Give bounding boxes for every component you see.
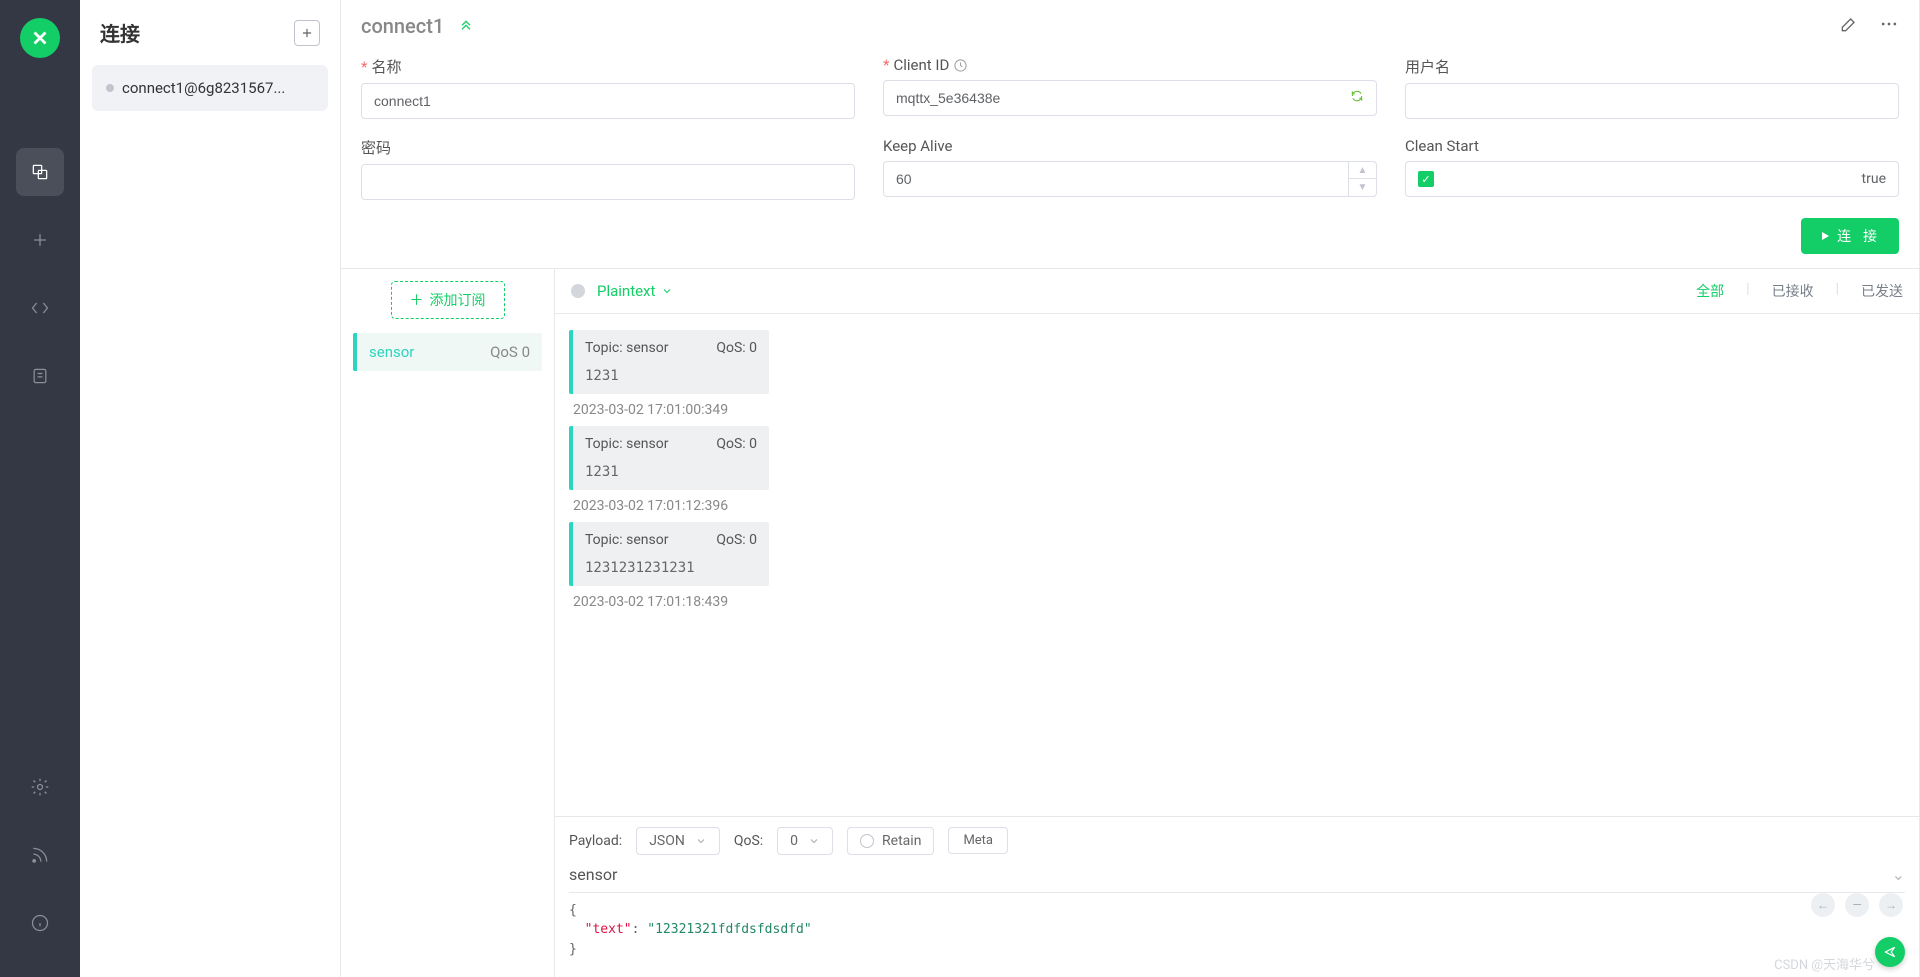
clock-icon [953,58,968,73]
filter-sent[interactable]: 已发送 [1861,281,1903,301]
nav-add-icon[interactable] [16,216,64,264]
edit-icon[interactable] [1839,14,1859,38]
refresh-clientid-icon[interactable] [1350,89,1364,107]
connections-panel: 连接 connect1@6g8231567... [80,0,341,977]
cleanstart-checkbox[interactable]: ✓true [1405,161,1899,197]
messages-panel: Plaintext 全部 | 已接收 | 已发送 Topic: sensorQo… [555,269,1919,977]
nav-settings-icon[interactable] [16,763,64,811]
field-keepalive: Keep Alive ▲▼ [883,137,1377,200]
new-connection-button[interactable] [294,20,320,46]
status-dot-icon [106,84,114,92]
field-username: 用户名 [1405,56,1899,119]
message-item: Topic: sensorQoS: 01231 2023-03-02 17:01… [569,426,769,514]
filter-all[interactable]: 全部 [1696,281,1724,301]
content-split: ＋添加订阅 sensor QoS 0 Plaintext 全部 | 已接收 | … [341,268,1919,977]
field-clientid: *Client ID [883,56,1377,119]
connect-button[interactable]: 连 接 [1801,218,1899,254]
check-icon: ✓ [1418,171,1434,187]
message-item: Topic: sensorQoS: 01231 2023-03-02 17:01… [569,330,769,418]
subscription-item[interactable]: sensor QoS 0 [353,333,542,371]
chevron-down-icon [695,835,707,847]
radio-icon [860,834,874,848]
nav-rail [0,0,80,977]
publish-topic-input[interactable]: sensor⌄ [569,863,1905,893]
nav-log-icon[interactable] [16,352,64,400]
connection-name: connect1 [361,14,444,38]
chevron-down-icon [808,835,820,847]
number-stepper[interactable]: ▲▼ [1348,162,1376,196]
main-header: connect1 [341,0,1919,46]
history-divider-icon: — [1845,893,1869,917]
add-subscription-button[interactable]: ＋添加订阅 [391,281,505,319]
nav-top-group [16,148,64,400]
nav-connections-icon[interactable] [16,148,64,196]
subscription-topic: sensor [369,343,414,361]
message-filters: 全部 | 已接收 | 已发送 [1696,281,1903,301]
password-input[interactable] [361,164,855,200]
message-list[interactable]: Topic: sensorQoS: 01231 2023-03-02 17:01… [555,314,1919,816]
name-input[interactable] [361,83,855,119]
retain-toggle[interactable]: Retain [847,827,934,855]
connection-label: connect1@6g8231567... [122,79,314,97]
plus-icon: ＋ [410,290,424,310]
chevron-down-icon [661,285,673,297]
connection-form: *名称 *Client ID 用户名 密码 Keep Alive ▲▼ Clea… [341,46,1919,218]
nav-feed-icon[interactable] [16,831,64,879]
history-next-icon[interactable]: → [1879,893,1903,917]
nav-info-icon[interactable] [16,899,64,947]
field-password: 密码 [361,137,855,200]
collapse-icon[interactable] [458,16,474,36]
connections-title: 连接 [100,18,140,47]
meta-button[interactable]: Meta [948,827,1008,854]
messages-toolbar: Plaintext 全部 | 已接收 | 已发送 [555,269,1919,314]
username-input[interactable] [1405,83,1899,119]
nav-scripts-icon[interactable] [16,284,64,332]
connection-status-icon [571,284,585,298]
publish-panel: Payload: JSON QoS: 0 Retain Meta sensor⌄… [555,816,1919,977]
chevron-down-icon: ⌄ [1892,865,1905,884]
payload-editor[interactable]: { "text": "12321321fdfdsfdsdfd"} [569,901,1905,960]
more-icon[interactable] [1879,14,1899,38]
field-name: *名称 [361,56,855,119]
message-timestamp: 2023-03-02 17:01:12:396 [569,498,769,514]
message-timestamp: 2023-03-02 17:01:00:349 [569,402,769,418]
filter-received[interactable]: 已接收 [1772,281,1814,301]
format-select[interactable]: Plaintext [597,282,673,300]
keepalive-input[interactable]: ▲▼ [883,161,1377,197]
qos-select[interactable]: 0 [777,827,833,855]
connection-list-item[interactable]: connect1@6g8231567... [92,65,328,111]
history-prev-icon[interactable]: ← [1811,893,1835,917]
subscriptions-panel: ＋添加订阅 sensor QoS 0 [341,269,555,977]
payload-type-select[interactable]: JSON [636,827,720,855]
connect-row: 连 接 [341,218,1919,268]
field-cleanstart: Clean Start ✓true [1405,137,1899,200]
subscription-qos: QoS 0 [490,343,530,361]
message-item: Topic: sensorQoS: 01231231231231 2023-03… [569,522,769,610]
clientid-input[interactable] [883,80,1377,116]
history-nav: ← — → [1811,893,1903,917]
header-actions [1839,14,1899,38]
publish-options: Payload: JSON QoS: 0 Retain Meta [569,827,1905,855]
nav-bottom-group [16,763,64,947]
message-timestamp: 2023-03-02 17:01:18:439 [569,594,769,610]
main-panel: connect1 *名称 *Client ID 用户名 密码 Keep Aliv… [341,0,1920,977]
send-button[interactable] [1875,937,1905,967]
connections-header: 连接 [80,0,340,59]
app-logo [20,18,60,58]
